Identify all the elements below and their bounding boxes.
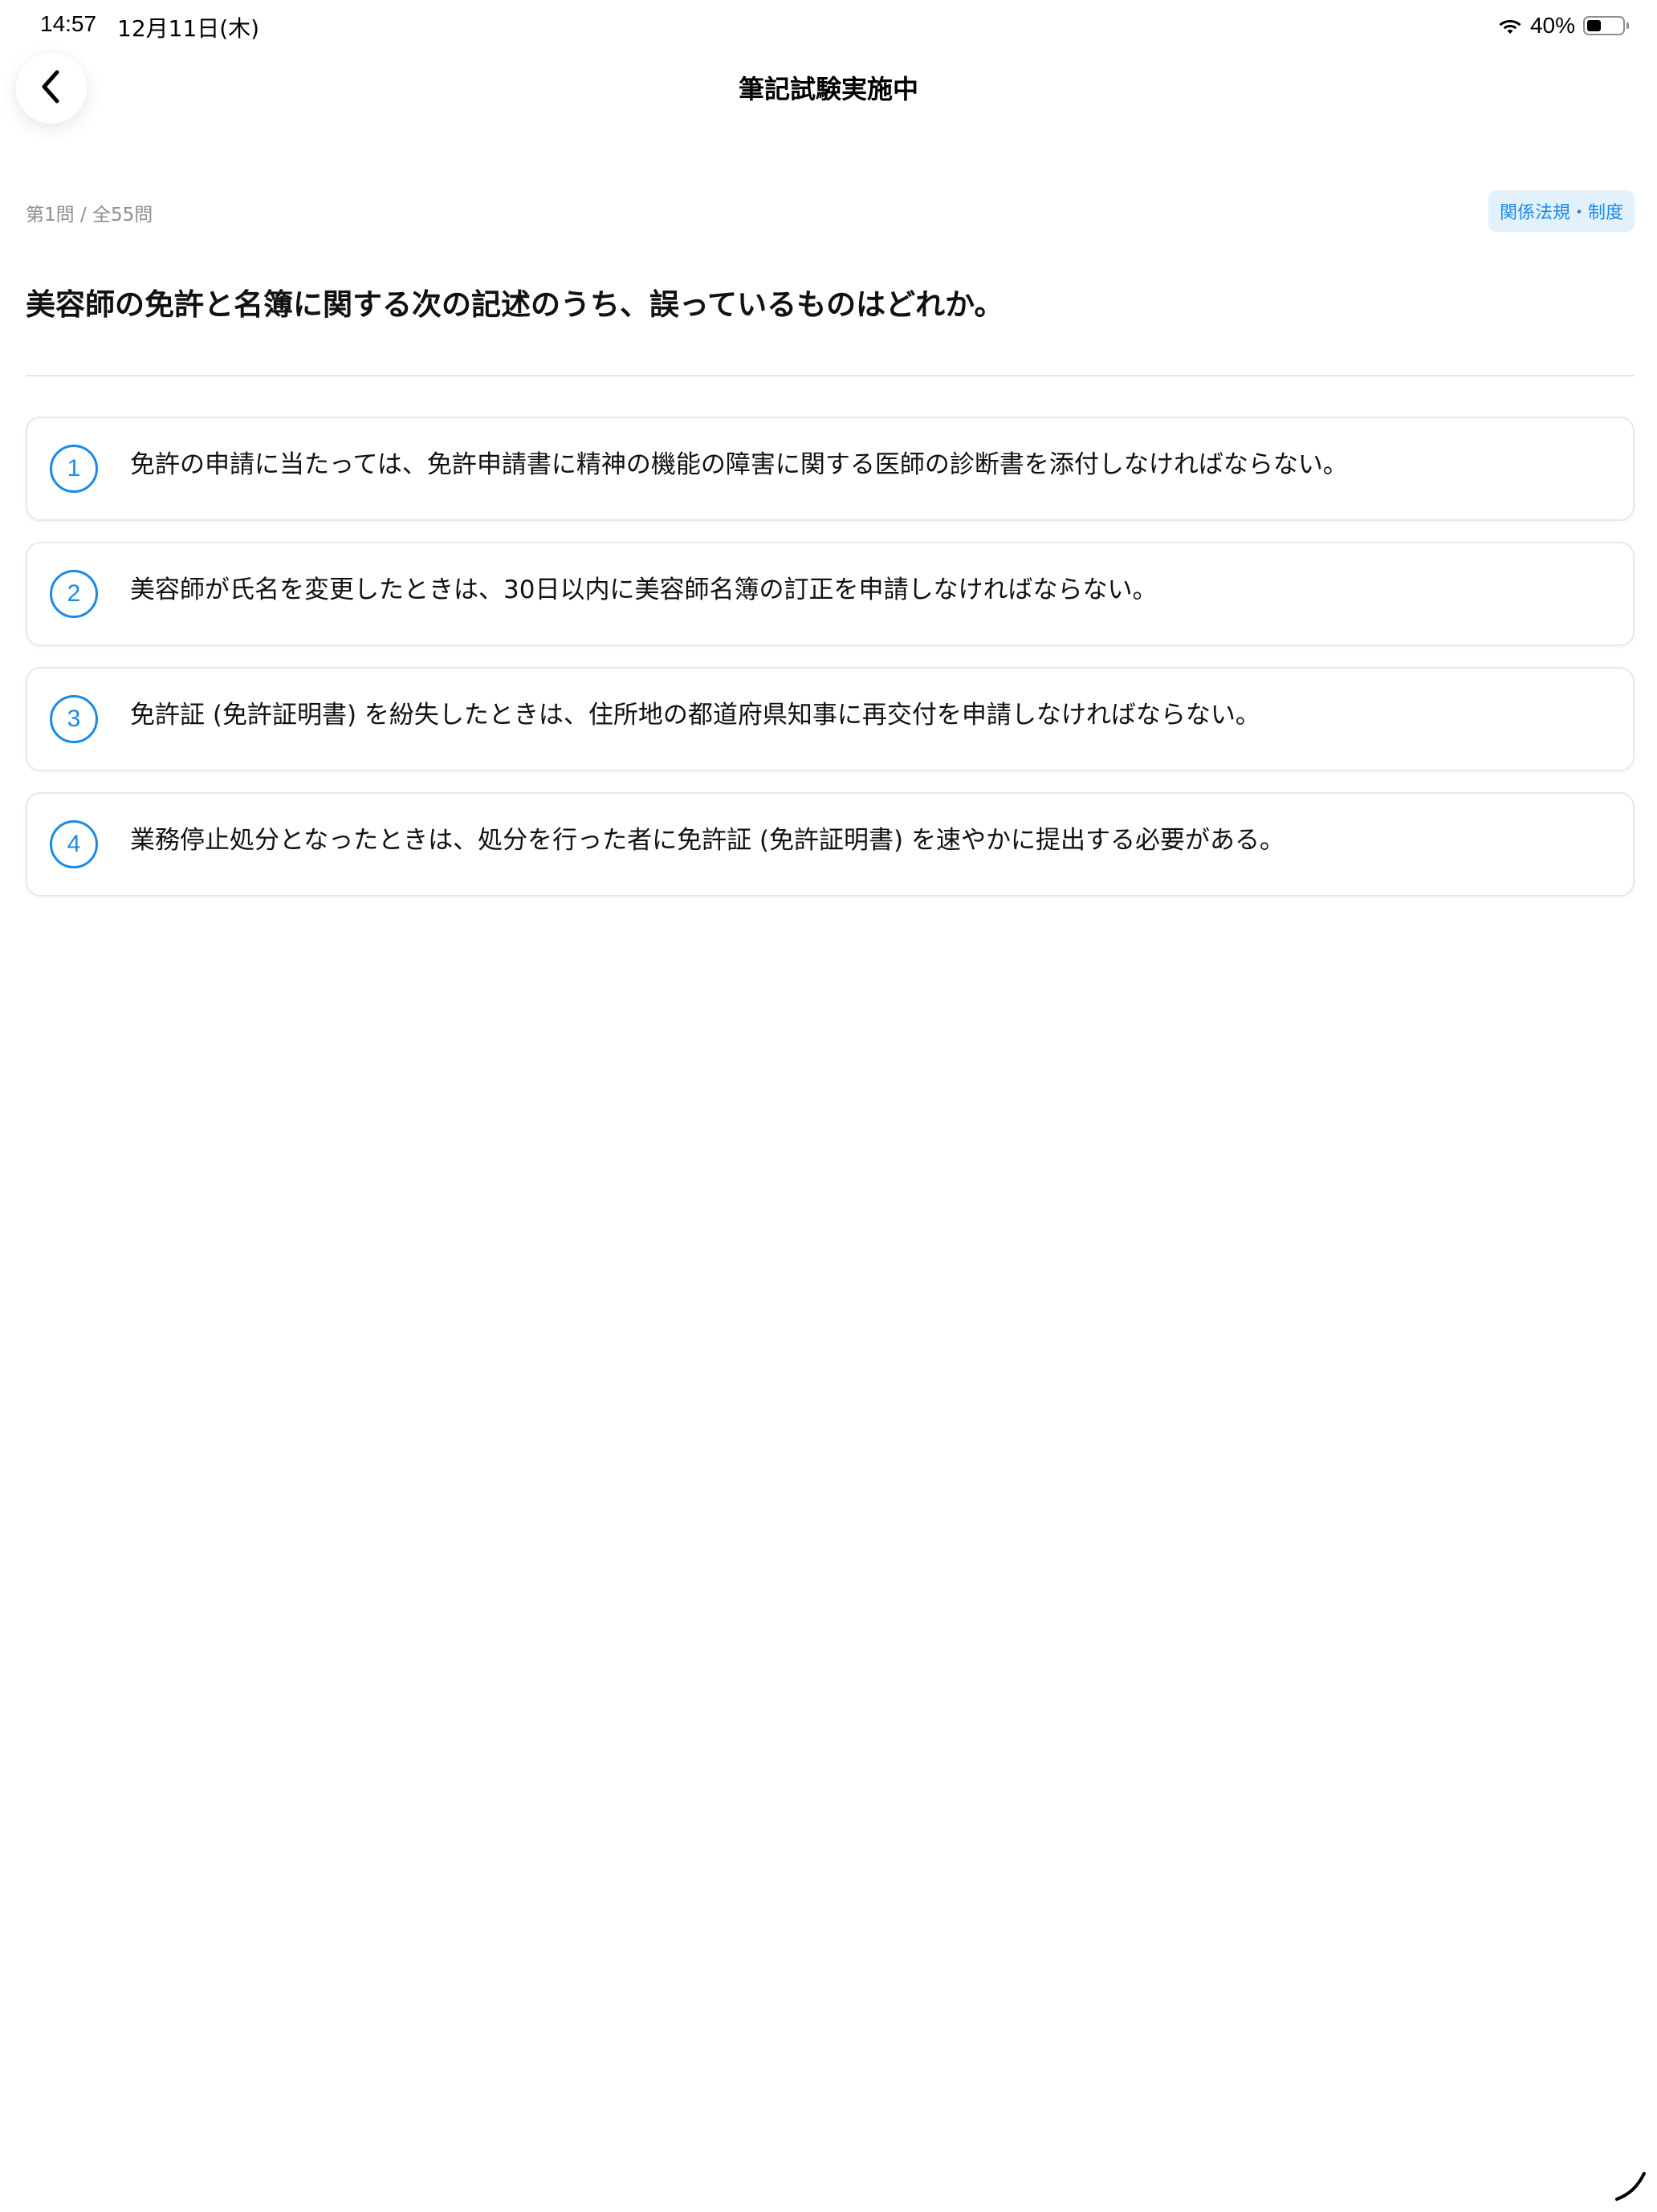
- option-text: 免許証 (免許証明書) を紛失したときは、住所地の都道府県知事に再交付を申請しな…: [130, 701, 1260, 730]
- battery-fill: [1587, 20, 1601, 31]
- option-text: 業務停止処分となったときは、処分を行った者に免許証 (免許証明書) を速やかに提…: [130, 826, 1284, 855]
- battery-icon: [1583, 16, 1629, 35]
- status-bar: 14:57 12月11日(木) 40%: [0, 0, 1657, 51]
- option-number-badge: 3: [50, 695, 98, 743]
- wifi-icon: [1498, 17, 1522, 35]
- page-title: 筆記試験実施中: [738, 74, 918, 104]
- status-date: 12月11日(木): [117, 15, 260, 42]
- divider: [26, 375, 1635, 376]
- option-text: 免許の申請に当たっては、免許申請書に精神の機能の障害に関する医師の診断書を添付し…: [130, 450, 1348, 479]
- answer-option-2[interactable]: 2 美容師が氏名を変更したときは、30日以内に美容師名簿の訂正を申請しなければな…: [26, 542, 1635, 646]
- answer-option-1[interactable]: 1 免許の申請に当たっては、免許申請書に精神の機能の障害に関する医師の診断書を添…: [26, 417, 1635, 521]
- option-text: 美容師が氏名を変更したときは、30日以内に美容師名簿の訂正を申請しなければならな…: [130, 575, 1158, 604]
- answer-option-4[interactable]: 4 業務停止処分となったときは、処分を行った者に免許証 (免許証明書) を速やか…: [26, 792, 1635, 897]
- option-number-badge: 4: [50, 820, 98, 868]
- question-text: 美容師の免許と名簿に関する次の記述のうち、誤っているものはどれか。: [26, 287, 1004, 322]
- nav-bar: 筆記試験実施中: [0, 51, 1657, 124]
- corner-curve-mark: [1593, 2145, 1657, 2209]
- battery-percent: 40%: [1529, 13, 1575, 38]
- option-number-badge: 1: [50, 445, 98, 493]
- option-number-badge: 2: [50, 570, 98, 618]
- status-time: 14:57: [40, 11, 97, 36]
- category-badge: 関係法規・制度: [1488, 190, 1635, 232]
- answer-options: 1 免許の申請に当たっては、免許申請書に精神の機能の障害に関する医師の診断書を添…: [26, 417, 1635, 917]
- question-progress: 第1問 / 全55問: [26, 205, 153, 226]
- status-indicators: 40%: [1498, 11, 1629, 40]
- answer-option-3[interactable]: 3 免許証 (免許証明書) を紛失したときは、住所地の都道府県知事に再交付を申請…: [26, 667, 1635, 771]
